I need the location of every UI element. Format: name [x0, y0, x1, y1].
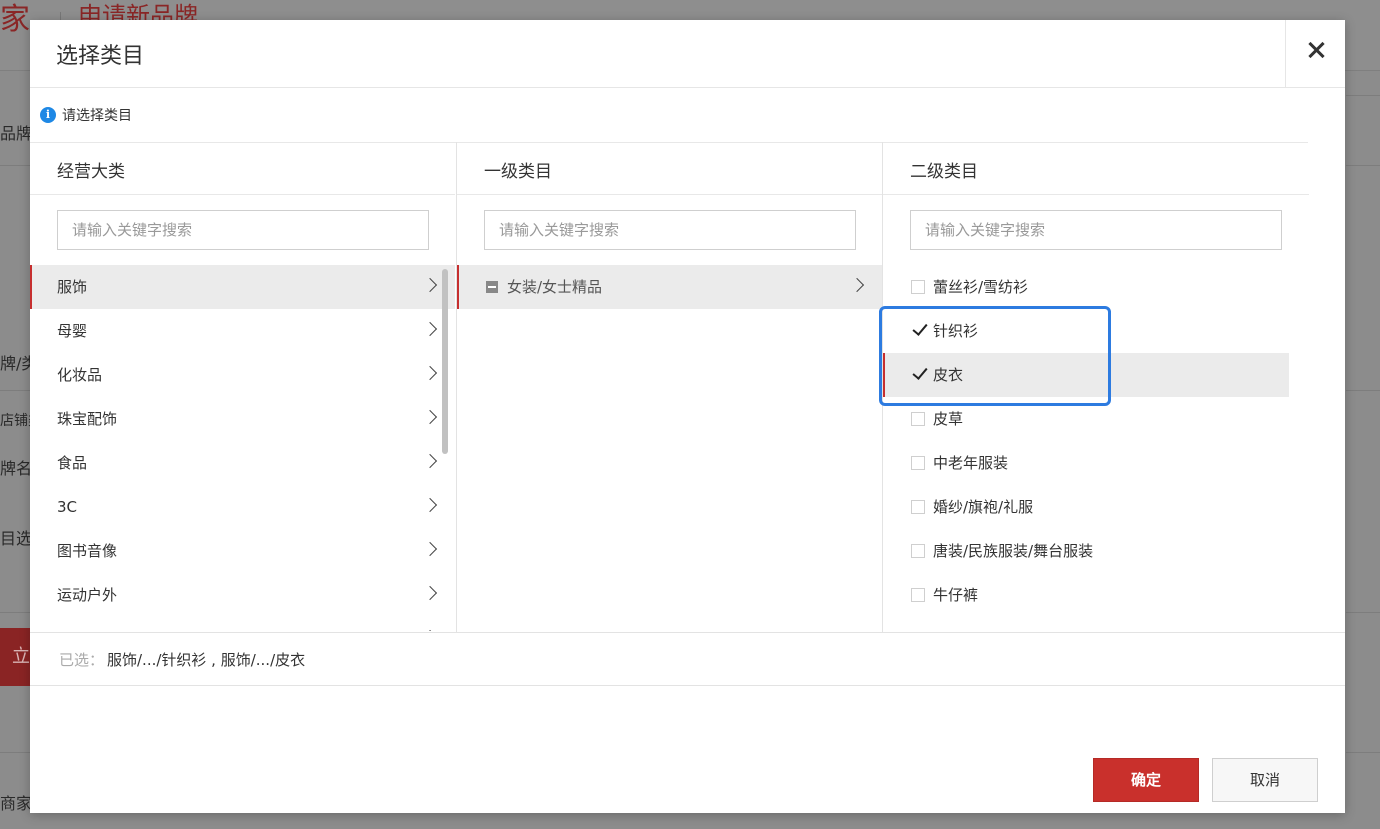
- column-header-label: 一级类目: [484, 162, 552, 182]
- checkbox[interactable]: [911, 588, 925, 602]
- close-icon[interactable]: [1306, 40, 1326, 60]
- background-divider: [1346, 612, 1380, 613]
- list-item-label: 化妆品: [57, 366, 103, 384]
- selection-highlight: [879, 306, 1111, 406]
- list-item[interactable]: 中老年服装: [883, 441, 1309, 485]
- column-header: 一级类目: [457, 142, 882, 195]
- modal-header: 选择类目: [30, 20, 1345, 88]
- chevron-right-icon: [422, 541, 438, 557]
- list-item[interactable]: 女装/女士精品: [457, 265, 882, 309]
- list-item-label: 图书音像: [57, 542, 118, 560]
- background-submit-label: 立: [12, 646, 30, 667]
- list-item-label: 家居用品: [57, 617, 117, 631]
- column-header: 二级类目: [883, 142, 1309, 195]
- chevron-right-icon: [422, 585, 438, 601]
- list-item[interactable]: 蕾丝衫/雪纺衫: [883, 265, 1309, 309]
- scrollbar[interactable]: [442, 269, 448, 454]
- chevron-right-icon: [422, 453, 438, 469]
- list-item-label: 唐装/民族服装/舞台服装: [933, 542, 1094, 560]
- chevron-right-icon: [422, 321, 438, 337]
- list-item-label: 珠宝配饰: [57, 410, 118, 428]
- checkbox[interactable]: [911, 500, 925, 514]
- selected-value: 服饰/.../针织衫 , 服饰/.../皮衣: [107, 651, 306, 669]
- search-input[interactable]: [910, 210, 1282, 250]
- chevron-right-icon: [849, 277, 865, 293]
- background-divider: [0, 165, 30, 166]
- list-item[interactable]: 3C: [30, 485, 455, 529]
- list-item-label: 3C: [57, 498, 78, 516]
- search-input[interactable]: [484, 210, 856, 250]
- tip-text: 请选择类目: [62, 108, 132, 124]
- list-item[interactable]: 服饰: [30, 265, 455, 309]
- partial-select-icon[interactable]: [486, 281, 498, 293]
- background-submit-button: 立: [0, 628, 30, 686]
- list-item[interactable]: 珠宝配饰: [30, 397, 455, 441]
- column-header: 经营大类: [30, 142, 455, 195]
- list-item[interactable]: 化妆品: [30, 353, 455, 397]
- background-divider: [0, 612, 30, 613]
- chevron-right-icon: [422, 497, 438, 513]
- confirm-button[interactable]: 确定: [1093, 758, 1199, 802]
- list-item[interactable]: 婚纱/旗袍/礼服: [883, 485, 1309, 529]
- list-item-label: 婚纱/旗袍/礼服: [933, 498, 1034, 516]
- background-divider: [0, 390, 30, 391]
- background-text: 商家: [0, 794, 33, 813]
- background-brand: 家: [0, 2, 30, 37]
- list-item-label: 母婴: [57, 322, 88, 340]
- info-icon: i: [40, 107, 56, 123]
- background-text: 品牌: [0, 124, 33, 143]
- list-item-label: 蕾丝衫/雪纺衫: [933, 278, 1029, 296]
- tip-message: i 请选择类目: [40, 105, 132, 125]
- list-item[interactable]: 唐装/民族服装/舞台服装: [883, 529, 1309, 573]
- column-header-label: 经营大类: [57, 162, 125, 182]
- close-button[interactable]: [1285, 20, 1346, 87]
- checkbox[interactable]: [911, 456, 925, 470]
- cancel-button[interactable]: 取消: [1212, 758, 1318, 802]
- chevron-right-icon: [422, 277, 438, 293]
- modal-title: 选择类目: [56, 44, 145, 69]
- chevron-right-icon: [422, 409, 438, 425]
- column-business-category: 经营大类 服饰 母婴 化妆品 珠宝配饰 食品 3C 图书音像 运动户外 家居用品: [30, 142, 455, 632]
- background-divider: [1346, 752, 1380, 753]
- list-item[interactable]: 图书音像: [30, 529, 455, 573]
- category-modal: 选择类目 i 请选择类目 经营大类 服饰 母婴 化妆品 珠宝配饰 食品 3C 图…: [30, 20, 1345, 813]
- column-header-label: 二级类目: [910, 162, 978, 182]
- column-level1-category: 一级类目 女装/女士精品: [456, 142, 882, 632]
- chevron-right-icon: [422, 629, 438, 631]
- background-text: 牌名: [0, 459, 33, 478]
- background-divider: [1346, 95, 1380, 96]
- list-item[interactable]: 运动户外: [30, 573, 455, 617]
- background-divider: [1346, 165, 1380, 166]
- background-text: 目选: [0, 529, 33, 548]
- background-divider: [1346, 390, 1380, 391]
- list-item-label: 中老年服装: [933, 454, 1009, 472]
- selected-label: 已选：: [59, 651, 105, 669]
- checkbox[interactable]: [911, 544, 925, 558]
- list-item[interactable]: 牛仔裤: [883, 573, 1309, 617]
- list-item-label: 食品: [57, 454, 88, 472]
- search-input[interactable]: [57, 210, 429, 250]
- category-list: 服饰 母婴 化妆品 珠宝配饰 食品 3C 图书音像 运动户外 家居用品: [30, 265, 455, 631]
- list-item-label: 女装/女士精品: [507, 278, 603, 296]
- list-item-label: 牛仔裤: [933, 586, 979, 604]
- checkbox[interactable]: [911, 280, 925, 294]
- list-item-label: 运动户外: [57, 586, 118, 604]
- chevron-right-icon: [422, 365, 438, 381]
- selected-summary: 已选： 服饰/.../针织衫 , 服饰/.../皮衣: [30, 632, 1345, 686]
- checkbox[interactable]: [911, 412, 925, 426]
- list-item[interactable]: 食品: [30, 441, 455, 485]
- list-item[interactable]: 母婴: [30, 309, 455, 353]
- list-item-label: 服饰: [57, 278, 88, 296]
- list-item[interactable]: 家居用品: [30, 617, 455, 631]
- category-list: 女装/女士精品: [457, 265, 882, 631]
- background-divider: [0, 752, 30, 753]
